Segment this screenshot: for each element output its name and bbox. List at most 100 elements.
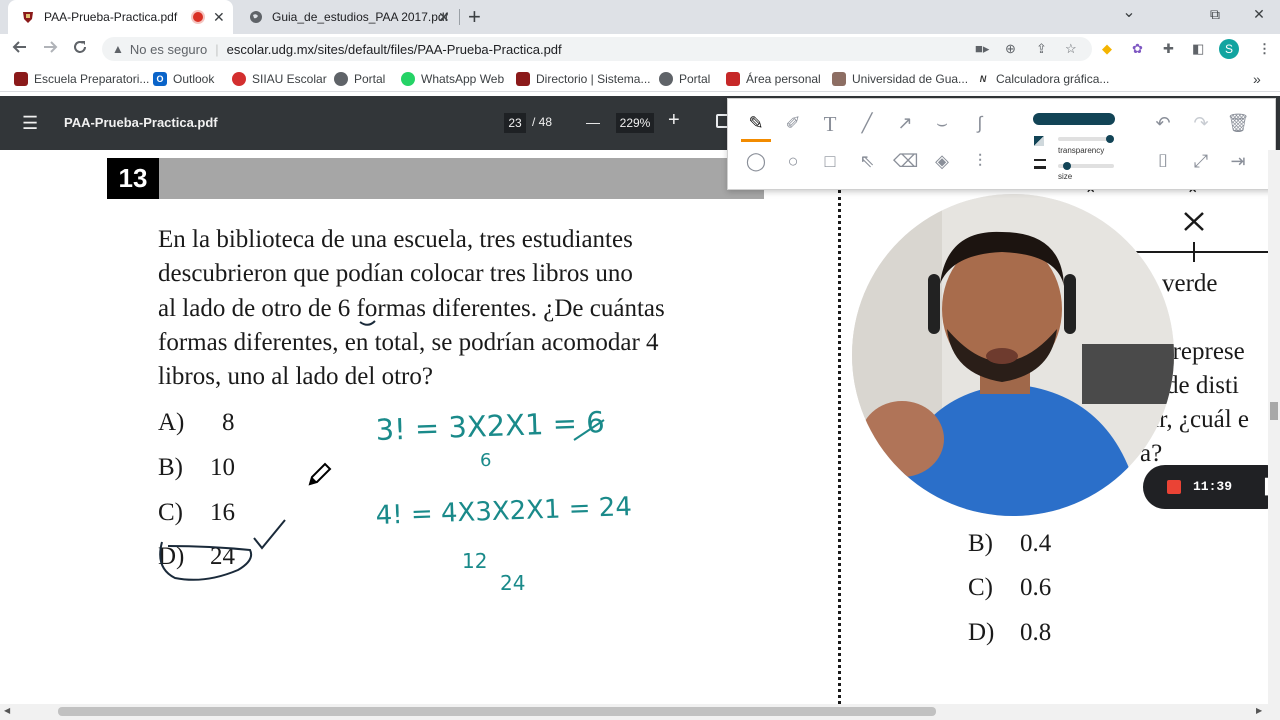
tab-title: PAA-Prueba-Practica.pdf <box>44 10 178 24</box>
camera-in-use-icon[interactable]: ■▸ <box>975 41 989 57</box>
reload-icon <box>74 41 86 53</box>
page-total: / 48 <box>532 115 553 129</box>
bookmark-escuela[interactable]: Escuela Preparatori... <box>14 71 149 87</box>
column-divider <box>838 190 841 704</box>
screenshot-camera-icon[interactable]: ⌷ <box>1151 151 1175 172</box>
close-icon[interactable]: ✕ <box>438 9 450 26</box>
scroll-left-arrow-icon[interactable]: ◀ <box>4 706 10 715</box>
select-tool-icon[interactable]: ⇖ <box>855 151 879 172</box>
right-page-word: verde <box>1162 270 1218 297</box>
fill-tool-icon[interactable]: ◈ <box>930 151 954 172</box>
back-button[interactable] <box>10 39 30 60</box>
recording-indicator-icon <box>193 12 203 22</box>
line-tool-icon[interactable]: ╱ <box>855 113 879 134</box>
arrow-tool-icon[interactable]: ↗ <box>893 113 917 134</box>
right-option-b: B) 0.4 <box>968 530 1052 557</box>
zoom-in-button[interactable]: + <box>668 109 680 132</box>
eraser-tool-icon[interactable]: ⌫ <box>893 151 918 172</box>
settings-sliders-icon[interactable]: ⫶ <box>968 151 992 172</box>
vertical-scroll-thumb[interactable] <box>1270 402 1278 420</box>
bookmark-star-icon[interactable]: ☆ <box>1065 41 1077 57</box>
zoom-out-button[interactable]: — <box>586 114 600 130</box>
more-menu-icon[interactable]: ⋮ <box>1258 41 1271 57</box>
handwriting-layer: 3! = 3X2X1 = 6 6 4! = 4X3X2X1 = 24 12 24 <box>159 320 632 595</box>
bookmark-portal-1[interactable]: Portal <box>334 71 385 87</box>
lasso-tool-icon[interactable]: ◯ <box>744 151 768 172</box>
handwritten-note-1: 6 <box>480 450 491 471</box>
exit-icon[interactable]: ⇥ <box>1226 151 1250 172</box>
extension-flower-icon[interactable]: ✿ <box>1132 41 1143 57</box>
circle-around-answer-d <box>159 541 253 581</box>
rectangle-tool-icon[interactable]: □ <box>818 151 842 172</box>
url-text[interactable]: escolar.udg.mx/sites/default/files/PAA-P… <box>227 42 562 57</box>
udg-crest-icon <box>20 9 36 25</box>
bookmark-calculadora[interactable]: N Calculadora gráfica... <box>976 71 1109 87</box>
warning-icon[interactable]: ▲ <box>112 42 124 56</box>
share-icon[interactable]: ⇪ <box>1036 41 1047 57</box>
opacity-icon <box>1034 136 1044 146</box>
recording-timer: 11:39 <box>1193 479 1233 494</box>
side-panel-icon[interactable]: ◧ <box>1192 41 1204 57</box>
close-icon[interactable]: ✕ <box>213 9 225 26</box>
text-tool-icon[interactable]: T <box>818 112 842 137</box>
pen-color-swatch[interactable] <box>1033 113 1115 125</box>
address-bar[interactable]: ▲ No es seguro | escolar.udg.mx/sites/de… <box>102 37 1092 61</box>
forward-button[interactable] <box>40 39 60 60</box>
area-personal-icon <box>726 72 740 86</box>
tab-paa-prueba[interactable]: PAA-Prueba-Practica.pdf ✕ <box>8 0 233 34</box>
menu-icon[interactable]: ☰ <box>22 113 38 134</box>
restore-button[interactable]: ⧉ <box>1200 6 1230 23</box>
transparency-label: transparency <box>1058 146 1105 155</box>
reload-button[interactable] <box>70 39 90 60</box>
tab-search-button[interactable]: ⌄ <box>1114 2 1144 22</box>
stop-recording-button[interactable] <box>1167 480 1181 494</box>
extensions-puzzle-icon[interactable]: ✚ <box>1163 41 1174 57</box>
size-slider-knob[interactable] <box>1063 162 1071 170</box>
bookmarks-overflow-button[interactable]: » <box>1253 71 1261 87</box>
tab-title: Guia_de_estudios_PAA 2017.pdf <box>272 10 448 24</box>
profile-avatar[interactable]: S <box>1219 39 1239 59</box>
handwritten-line-2: 4! = 4X3X2X1 = 24 <box>375 492 632 531</box>
extension-badge-icon[interactable]: ◆ <box>1102 41 1112 57</box>
tab-guia-estudios[interactable]: Guia_de_estudios_PAA 2017.pdf ✕ <box>236 0 458 34</box>
size-label: size <box>1058 172 1073 181</box>
desmos-icon: N <box>976 72 990 86</box>
bookmark-area-personal[interactable]: Área personal <box>726 71 821 87</box>
scroll-right-arrow-icon[interactable]: ▶ <box>1256 706 1262 715</box>
omnibox-separator: | <box>215 41 219 57</box>
handwritten-note-3: 24 <box>500 571 525 595</box>
back-arrow-icon <box>12 41 26 53</box>
trash-icon[interactable]: 🗑 <box>1226 113 1250 134</box>
security-label[interactable]: No es seguro <box>130 42 207 57</box>
outlook-icon: O <box>153 72 167 86</box>
zoom-input[interactable]: 229% <box>616 113 654 133</box>
vertical-scrollbar[interactable] <box>1268 150 1280 720</box>
webcam-bubble[interactable] <box>852 194 1174 516</box>
pencil-cursor-icon <box>308 462 332 486</box>
siiau-icon <box>232 72 246 86</box>
window-close-button[interactable]: ✕ <box>1244 6 1274 23</box>
curve-tool-icon[interactable]: ⌣ <box>930 113 954 134</box>
transparency-slider-knob[interactable] <box>1106 135 1114 143</box>
highlighter-tool-icon[interactable]: ✐ <box>781 113 805 134</box>
school-crest-icon <box>14 72 28 86</box>
zoom-icon[interactable]: ⊕ <box>1005 41 1016 57</box>
bookmark-portal-2[interactable]: Portal <box>659 71 710 87</box>
page-number-input[interactable]: 23 <box>504 113 526 133</box>
bookmark-outlook[interactable]: O Outlook <box>153 71 214 87</box>
freehand-tool-icon[interactable]: ∫ <box>968 113 992 134</box>
horizontal-scroll-thumb[interactable] <box>58 707 936 716</box>
bookmark-whatsapp[interactable]: WhatsApp Web <box>401 71 504 87</box>
redo-icon[interactable]: ↷ <box>1189 113 1213 134</box>
bookmark-universidad[interactable]: Universidad de Gua... <box>832 71 968 87</box>
tab-strip: PAA-Prueba-Practica.pdf ✕ Guia_de_estudi… <box>0 0 1280 34</box>
bookmark-siiau[interactable]: SIIAU Escolar <box>232 71 327 87</box>
move-toolbar-icon[interactable]: ⤢ <box>1189 151 1213 172</box>
pen-tool-icon[interactable]: ✎ <box>744 113 768 134</box>
ellipse-tool-icon[interactable]: ○ <box>781 151 805 172</box>
university-icon <box>832 72 846 86</box>
undo-icon[interactable]: ↶ <box>1151 113 1175 134</box>
bookmark-directorio[interactable]: Directorio | Sistema... <box>516 71 650 87</box>
handwritten-note-2: 12 <box>462 549 487 573</box>
new-tab-button[interactable]: + <box>468 4 481 30</box>
